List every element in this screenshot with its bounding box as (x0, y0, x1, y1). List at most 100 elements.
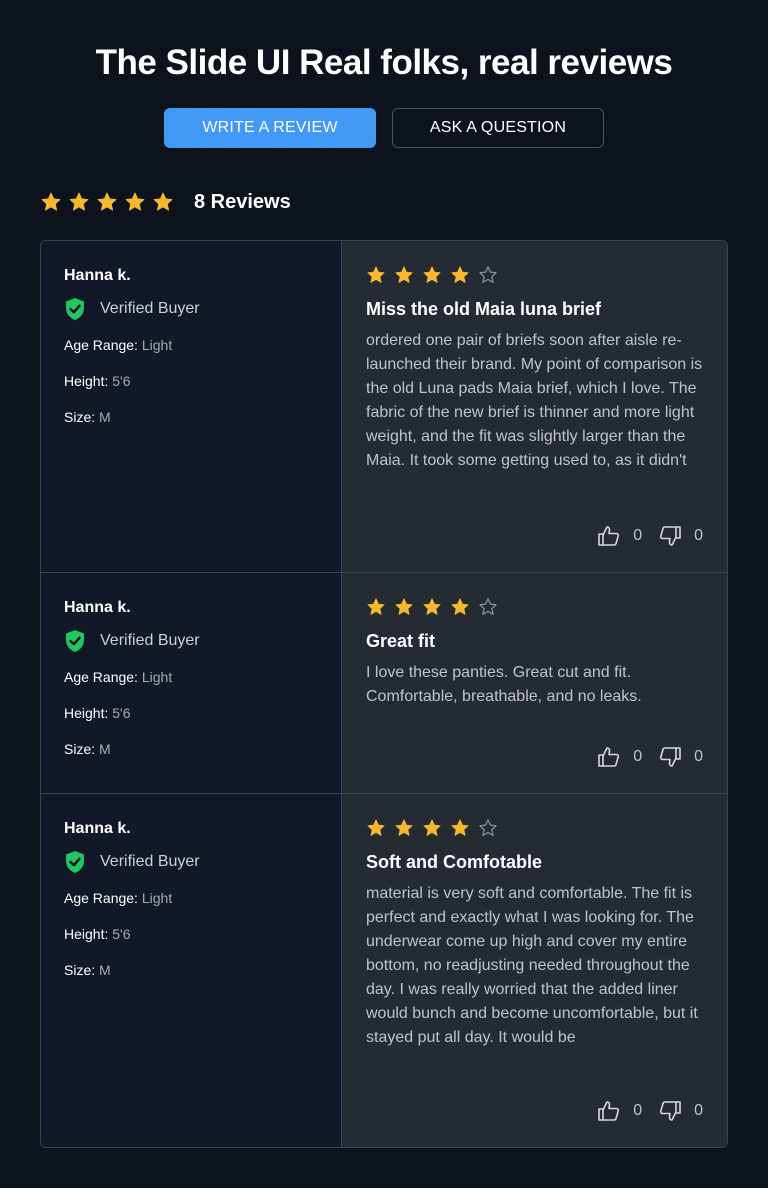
verified-buyer-badge: Verified Buyer (64, 629, 341, 653)
review-body: material is very soft and comfortable. T… (366, 885, 698, 1046)
verified-label: Verified Buyer (100, 853, 200, 870)
star-empty-icon (479, 266, 497, 283)
not-helpful-count: 0 (694, 1102, 703, 1119)
summary-stars (40, 191, 180, 213)
age-range-value: Light (141, 890, 173, 906)
thumbs-up-icon (598, 747, 620, 767)
height-label: Height: (64, 926, 109, 942)
star-filled-icon (395, 266, 413, 283)
verified-buyer-badge: Verified Buyer (64, 850, 341, 874)
thumbs-down-icon (659, 1101, 681, 1121)
height-label: Height: (64, 705, 109, 721)
star-filled-icon (367, 819, 385, 836)
review-count[interactable]: 8 Reviews (194, 191, 291, 214)
helpful-count: 0 (633, 748, 643, 765)
star-filled-icon (451, 819, 469, 836)
ask-question-button[interactable]: ASK A QUESTION (392, 108, 604, 148)
review-card: Hanna k. Verified Buyer Age Range: Light… (41, 793, 727, 1147)
not-helpful-count: 0 (694, 748, 703, 765)
helpful-count: 0 (633, 527, 643, 544)
reviewer-name: Hanna k. (64, 599, 131, 616)
star-filled-icon (367, 266, 385, 283)
not-helpful-button[interactable]: 0 (658, 524, 703, 548)
age-range-value: Light (141, 337, 173, 353)
shield-check-icon (66, 851, 84, 873)
size-label: Size: (64, 962, 96, 978)
height-value: 5'6 (112, 373, 131, 389)
review-title: Soft and Comfotable (366, 852, 542, 872)
helpful-button[interactable]: 0 (597, 524, 642, 548)
review-title: Great fit (366, 631, 436, 651)
star-filled-icon (451, 598, 469, 615)
reviewer-name: Hanna k. (64, 820, 131, 837)
not-helpful-button[interactable]: 0 (658, 1099, 703, 1123)
thumbs-down-icon (659, 526, 681, 546)
write-review-button[interactable]: WRITE A REVIEW (164, 108, 376, 148)
review-body: ordered one pair of briefs soon after ai… (366, 332, 703, 469)
age-range-label: Age Range: (64, 890, 138, 906)
review-stars (366, 595, 703, 619)
review-content: Soft and Comfotable material is very sof… (342, 794, 727, 1147)
rating-summary: 8 Reviews (40, 188, 291, 216)
not-helpful-button[interactable]: 0 (658, 745, 703, 769)
size-label: Size: (64, 409, 96, 425)
star-filled-icon (97, 192, 117, 211)
height: Height: 5'6 (64, 369, 341, 393)
verified-label: Verified Buyer (100, 300, 200, 317)
shield-check-icon (66, 298, 84, 320)
review-content: Miss the old Maia luna brief ordered one… (342, 241, 727, 572)
helpful-button[interactable]: 0 (597, 745, 642, 769)
height-value: 5'6 (112, 926, 131, 942)
reviewer-panel: Hanna k. Verified Buyer Age Range: Light… (41, 794, 342, 1147)
star-empty-icon (479, 598, 497, 615)
helpful-button[interactable]: 0 (597, 1099, 642, 1123)
age-range: Age Range: Light (64, 333, 341, 357)
star-filled-icon (423, 266, 441, 283)
review-votes: 0 0 (597, 1099, 703, 1123)
star-filled-icon (395, 819, 413, 836)
review-card: Hanna k. Verified Buyer Age Range: Light… (41, 241, 727, 572)
age-range-label: Age Range: (64, 669, 138, 685)
star-filled-icon (423, 598, 441, 615)
star-filled-icon (367, 598, 385, 615)
star-empty-icon (479, 819, 497, 836)
height: Height: 5'6 (64, 922, 341, 946)
review-stars (366, 816, 703, 840)
thumbs-up-icon (598, 1101, 620, 1121)
shield-check-icon (66, 630, 84, 652)
review-card: Hanna k. Verified Buyer Age Range: Light… (41, 572, 727, 793)
star-filled-icon (423, 819, 441, 836)
height-value: 5'6 (112, 705, 131, 721)
thumbs-down-icon (659, 747, 681, 767)
size-value: M (99, 409, 111, 425)
age-range: Age Range: Light (64, 665, 341, 689)
verified-buyer-badge: Verified Buyer (64, 297, 341, 321)
age-range-value: Light (141, 669, 173, 685)
star-filled-icon (69, 192, 89, 211)
review-votes: 0 0 (597, 524, 703, 548)
review-votes: 0 0 (597, 745, 703, 769)
size-label: Size: (64, 741, 96, 757)
size: Size: M (64, 405, 341, 429)
reviewer-name: Hanna k. (64, 267, 131, 284)
review-body: I love these panties. Great cut and fit.… (366, 664, 642, 705)
star-filled-icon (41, 192, 61, 211)
star-filled-icon (451, 266, 469, 283)
not-helpful-count: 0 (694, 527, 703, 544)
review-stars (366, 263, 703, 287)
star-filled-icon (153, 192, 173, 211)
verified-label: Verified Buyer (100, 632, 200, 649)
page-title: The Slide UI Real folks, real reviews (95, 43, 673, 82)
reviewer-panel: Hanna k. Verified Buyer Age Range: Light… (41, 573, 342, 793)
size: Size: M (64, 958, 341, 982)
height: Height: 5'6 (64, 701, 341, 725)
review-title: Miss the old Maia luna brief (366, 299, 602, 319)
size-value: M (99, 962, 111, 978)
height-label: Height: (64, 373, 109, 389)
size: Size: M (64, 737, 341, 761)
age-range: Age Range: Light (64, 886, 341, 910)
size-value: M (99, 741, 111, 757)
helpful-count: 0 (633, 1102, 643, 1119)
thumbs-up-icon (598, 526, 620, 546)
star-filled-icon (395, 598, 413, 615)
